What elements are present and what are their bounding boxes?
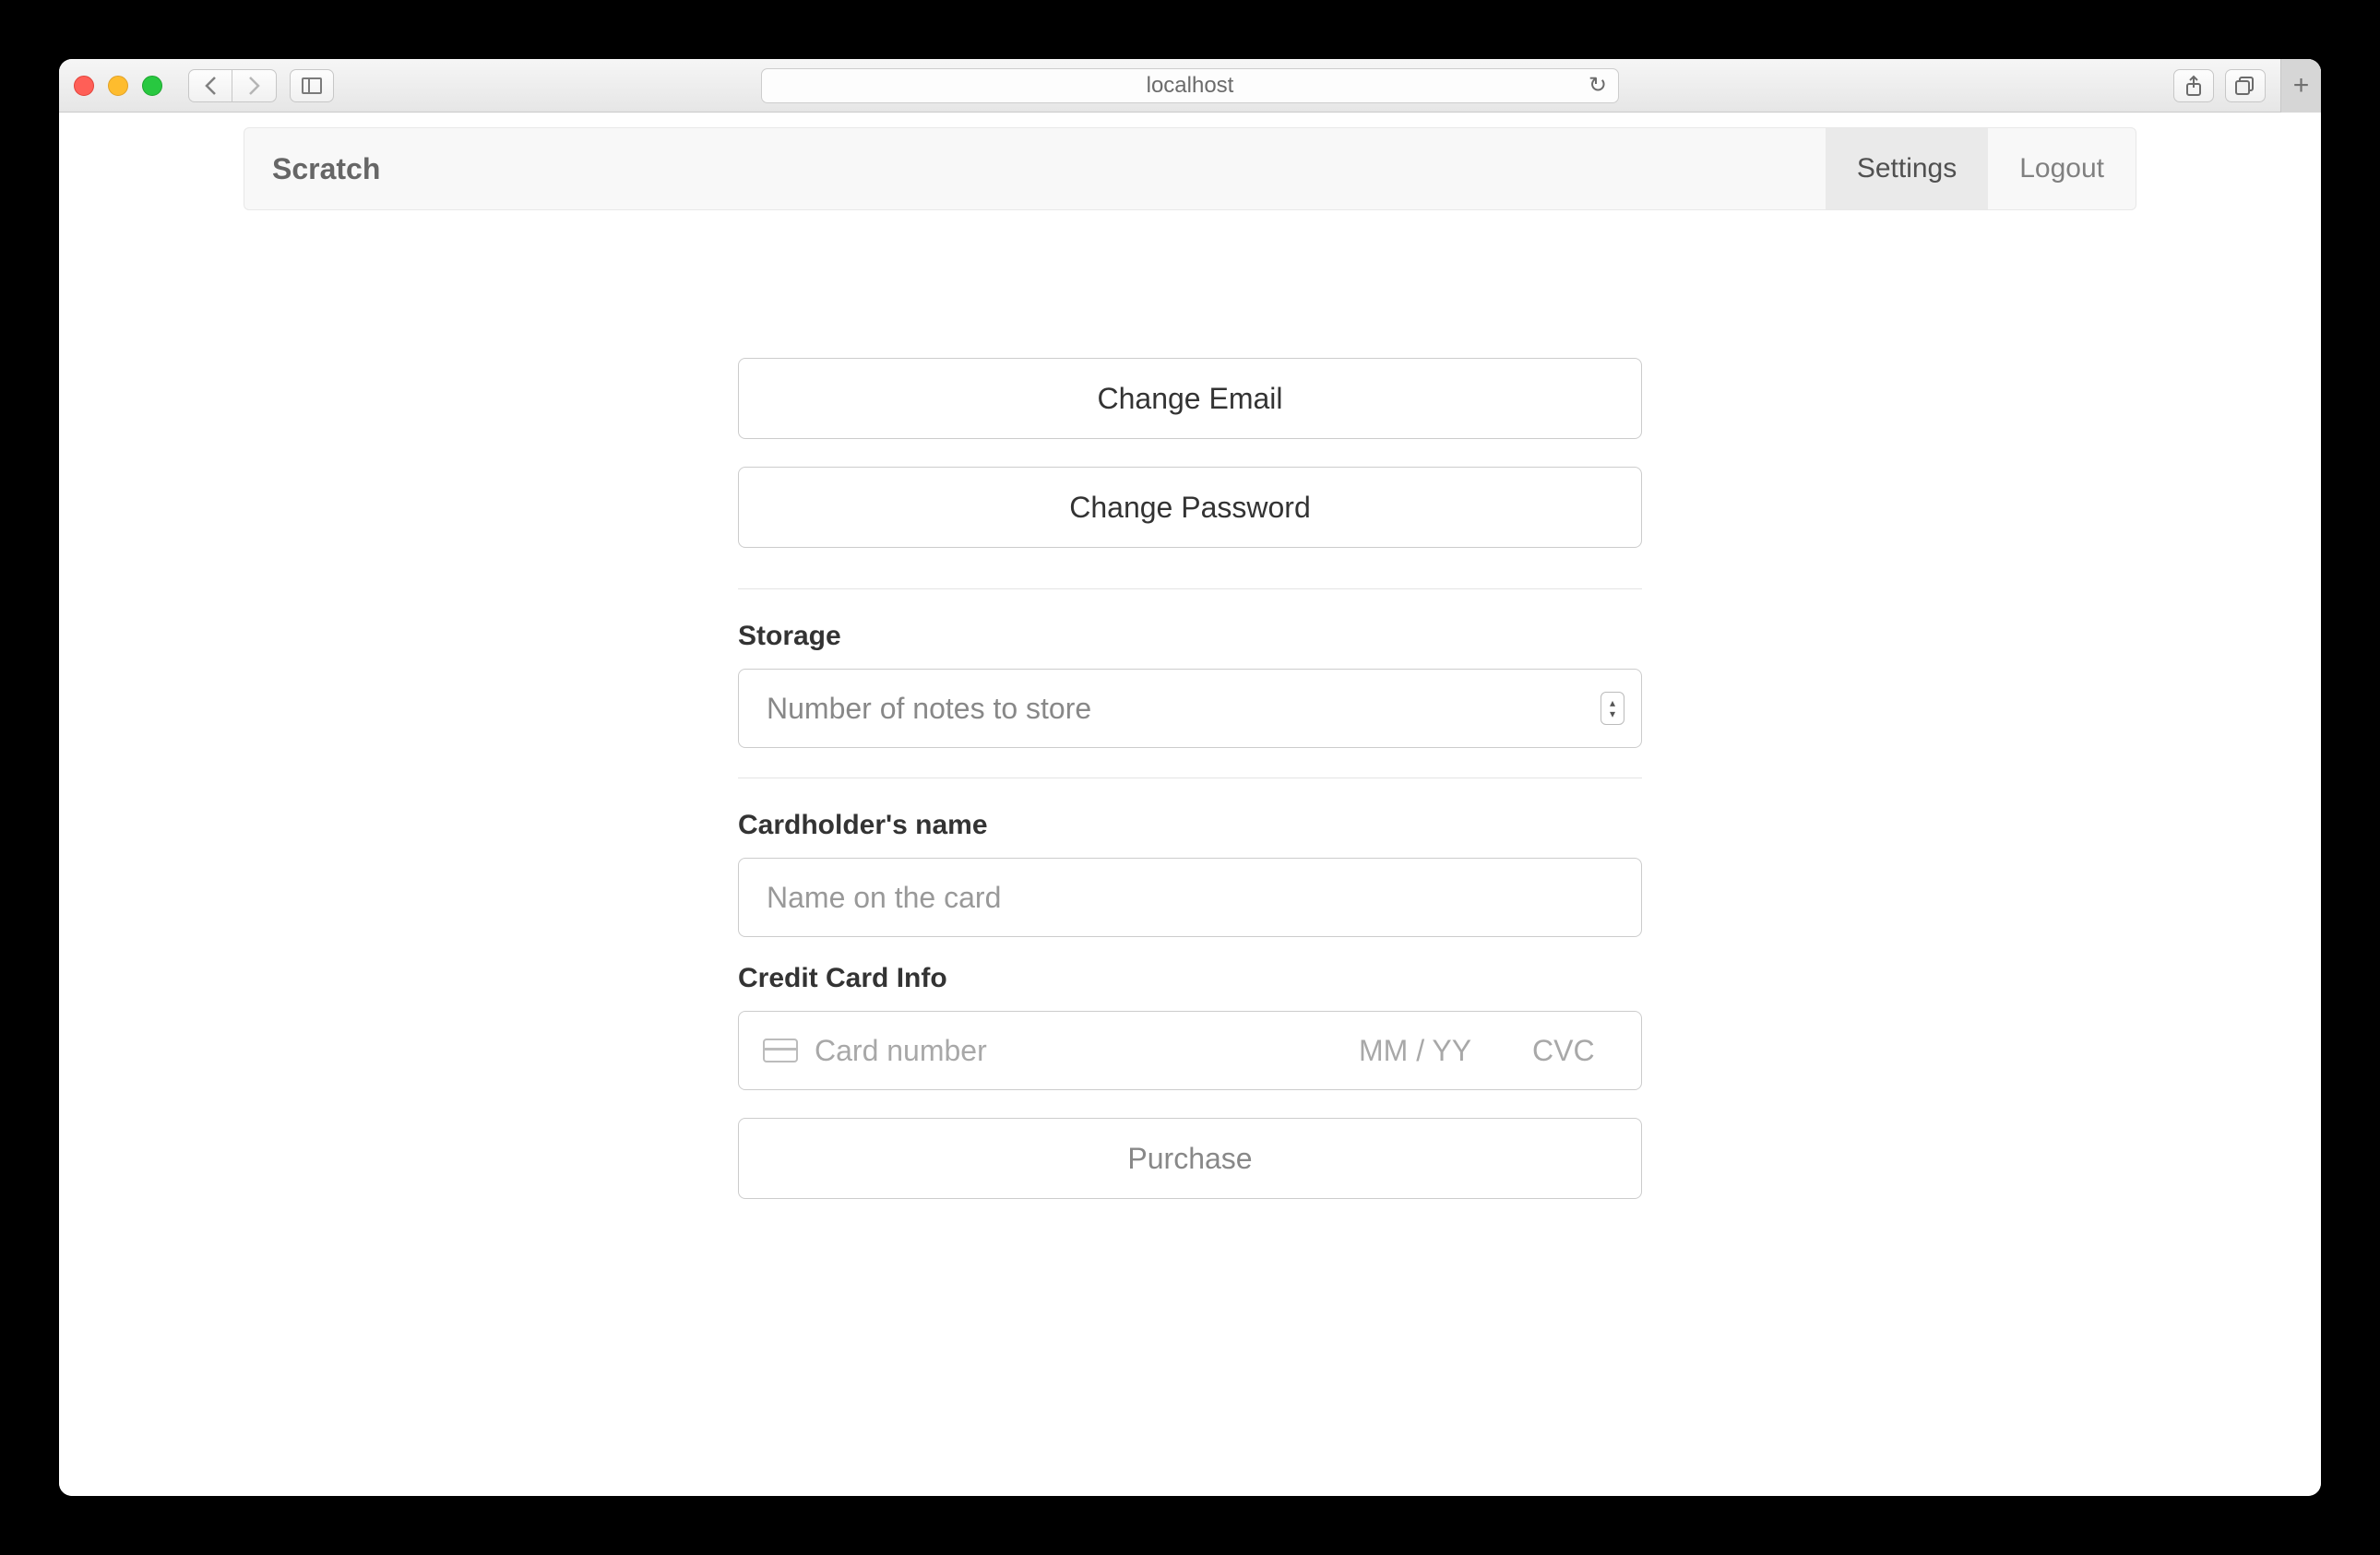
page-content: Scratch Settings Logout Change Email Cha…: [59, 113, 2321, 1496]
sidebar-icon: [302, 77, 322, 94]
storage-label: Storage: [738, 621, 1642, 652]
browser-window: localhost ↻ + Scratch Settings Logout Ch…: [59, 59, 2321, 1496]
change-password-button[interactable]: Change Password: [738, 467, 1642, 548]
nav-buttons: [188, 69, 277, 102]
back-button[interactable]: [188, 69, 232, 102]
credit-card-row: [738, 1011, 1642, 1090]
card-number-input[interactable]: [815, 1034, 1342, 1068]
app-navbar: Scratch Settings Logout: [244, 127, 2136, 210]
fullscreen-window-button[interactable]: [142, 76, 162, 96]
traffic-lights: [74, 76, 162, 96]
change-email-button[interactable]: Change Email: [738, 358, 1642, 439]
storage-placeholder: Number of notes to store: [767, 692, 1091, 726]
cardholder-name-label: Cardholder's name: [738, 810, 1642, 841]
tabs-button[interactable]: [2225, 69, 2266, 102]
credit-card-info-label: Credit Card Info: [738, 963, 1642, 994]
share-button[interactable]: [2173, 69, 2214, 102]
purchase-button[interactable]: Purchase: [738, 1118, 1642, 1199]
credit-card-icon: [763, 1039, 798, 1062]
select-stepper-icon: ▴▾: [1601, 692, 1624, 725]
settings-form: Change Email Change Password Storage Num…: [738, 358, 1642, 1227]
card-cvc-input[interactable]: [1532, 1034, 1617, 1068]
nav-logout[interactable]: Logout: [1988, 128, 2136, 209]
brand-title[interactable]: Scratch: [244, 128, 408, 209]
nav-settings[interactable]: Settings: [1826, 128, 1988, 209]
divider: [738, 588, 1642, 589]
card-expiry-input[interactable]: [1359, 1034, 1516, 1068]
cardholder-name-input[interactable]: [738, 858, 1642, 937]
storage-select[interactable]: Number of notes to store ▴▾: [738, 669, 1642, 748]
close-window-button[interactable]: [74, 76, 94, 96]
forward-button[interactable]: [232, 69, 277, 102]
browser-titlebar: localhost ↻ +: [59, 59, 2321, 113]
reload-icon[interactable]: ↻: [1589, 72, 1607, 99]
new-tab-button[interactable]: +: [2280, 59, 2321, 113]
minimize-window-button[interactable]: [108, 76, 128, 96]
url-text: localhost: [1147, 73, 1234, 99]
url-bar[interactable]: localhost ↻: [761, 68, 1619, 103]
titlebar-right-tools: +: [2173, 59, 2306, 113]
sidebar-toggle-button[interactable]: [290, 69, 334, 102]
